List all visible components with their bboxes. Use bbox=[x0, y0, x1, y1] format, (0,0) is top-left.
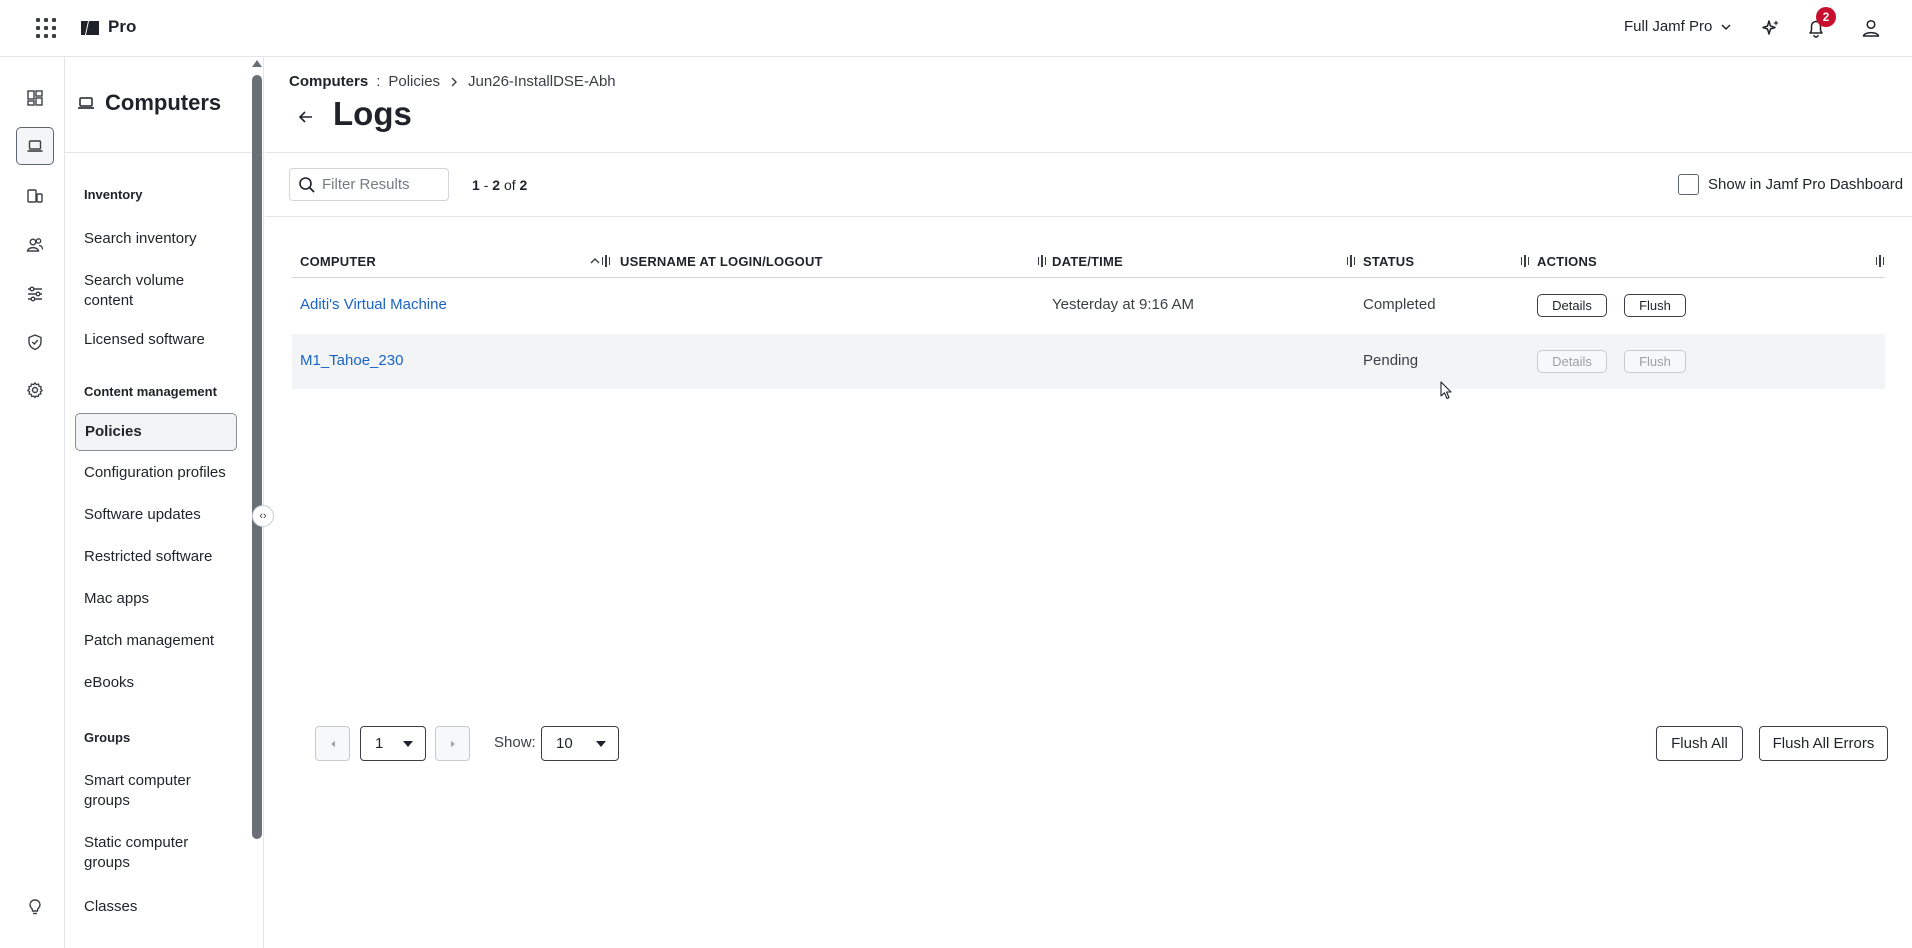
environment-selector[interactable]: Full Jamf Pro bbox=[1624, 18, 1732, 35]
mouse-cursor-icon bbox=[1440, 381, 1452, 400]
sidebar-item-licensed-software[interactable]: Licensed software bbox=[75, 322, 237, 358]
next-page-button[interactable] bbox=[435, 726, 470, 761]
breadcrumb-policy-name[interactable]: Jun26-InstallDSE-Abh bbox=[468, 73, 616, 90]
page-size-value: 10 bbox=[556, 735, 573, 752]
breadcrumb: Computers : Policies Jun26-InstallDSE-Ab… bbox=[289, 73, 616, 90]
shield-icon[interactable] bbox=[16, 323, 54, 361]
page-size-select[interactable]: 10 bbox=[541, 726, 619, 761]
chevron-down-icon bbox=[1721, 23, 1731, 30]
sidebar-item-smart-computer-groups[interactable]: Smart computer groups bbox=[75, 763, 237, 819]
sidebar-item-search-volume-content[interactable]: Search volume content bbox=[75, 263, 237, 319]
sidebar-item-software-updates[interactable]: Software updates bbox=[75, 497, 237, 533]
page-select[interactable]: 1 bbox=[360, 726, 426, 761]
jamf-logo-icon bbox=[81, 21, 99, 35]
column-resize-handle[interactable] bbox=[1038, 255, 1046, 267]
notification-badge: 2 bbox=[1816, 7, 1836, 27]
caret-left-icon bbox=[330, 740, 335, 747]
user-icon[interactable] bbox=[1860, 17, 1882, 39]
breadcrumb-separator: : bbox=[376, 73, 381, 90]
sidebar-item-policies[interactable]: Policies bbox=[75, 413, 237, 451]
column-resize-handle[interactable] bbox=[1521, 255, 1529, 267]
sidebar-header: Computers bbox=[65, 57, 263, 153]
sidebar-scrollbar[interactable] bbox=[252, 75, 262, 839]
icon-rail bbox=[0, 57, 65, 948]
column-resize-handle[interactable] bbox=[1347, 255, 1355, 267]
back-arrow-icon[interactable] bbox=[294, 105, 318, 129]
filter-input[interactable] bbox=[322, 176, 442, 193]
toolbar-divider bbox=[265, 216, 1912, 217]
datetime-cell: Yesterday at 9:16 AM bbox=[1052, 296, 1195, 313]
sidebar-item-classes[interactable]: Classes bbox=[75, 889, 237, 925]
flush-button[interactable]: Flush bbox=[1624, 294, 1686, 317]
sort-ascending-icon[interactable] bbox=[589, 256, 601, 266]
sidebar-section-inventory: Inventory bbox=[84, 187, 143, 202]
sidebar-item-mac-apps[interactable]: Mac apps bbox=[75, 581, 237, 617]
sidebar-section-groups: Groups bbox=[84, 730, 131, 745]
details-button[interactable]: Details bbox=[1537, 294, 1607, 317]
sidebar-item-restricted-software[interactable]: Restricted software bbox=[75, 539, 237, 575]
lightbulb-icon[interactable] bbox=[16, 888, 54, 926]
checkbox[interactable] bbox=[1678, 174, 1699, 195]
table-row: Aditi's Virtual Machine Yesterday at 9:1… bbox=[292, 278, 1885, 333]
caret-down-icon bbox=[403, 741, 413, 747]
chevron-right-icon bbox=[451, 77, 458, 86]
breadcrumb-computers[interactable]: Computers bbox=[289, 73, 368, 90]
results-count: 1 - 2 of 2 bbox=[472, 177, 528, 193]
sidebar: Computers Inventory Search inventory Sea… bbox=[65, 57, 264, 948]
sidebar-item-patch-management[interactable]: Patch management bbox=[75, 623, 237, 659]
details-button[interactable]: Details bbox=[1537, 350, 1607, 373]
page-title: Logs bbox=[333, 95, 412, 132]
devices-icon[interactable] bbox=[16, 177, 54, 215]
column-header-datetime[interactable]: DATE/TIME bbox=[1052, 254, 1123, 269]
sidebar-title: Computers bbox=[105, 89, 222, 115]
app-launcher-icon[interactable] bbox=[36, 18, 56, 38]
scroll-up-arrow-icon[interactable] bbox=[252, 60, 262, 67]
previous-page-button[interactable] bbox=[315, 726, 350, 761]
show-in-dashboard-label: Show in Jamf Pro Dashboard bbox=[1708, 176, 1904, 193]
flush-all-errors-button[interactable]: Flush All Errors bbox=[1759, 726, 1888, 761]
column-header-status[interactable]: STATUS bbox=[1363, 254, 1414, 269]
main-content: Computers : Policies Jun26-InstallDSE-Ab… bbox=[265, 57, 1912, 948]
column-resize-handle[interactable] bbox=[1876, 255, 1884, 267]
computer-icon bbox=[78, 96, 94, 109]
search-icon bbox=[299, 176, 315, 193]
computer-link[interactable]: Aditi's Virtual Machine bbox=[300, 296, 447, 313]
flush-all-button[interactable]: Flush All bbox=[1656, 726, 1743, 761]
sidebar-item-search-inventory[interactable]: Search inventory bbox=[75, 221, 237, 257]
top-bar: Pro Full Jamf Pro 2 bbox=[0, 0, 1912, 57]
status-cell: Completed bbox=[1363, 296, 1436, 313]
flush-button[interactable]: Flush bbox=[1624, 350, 1686, 373]
status-cell: Pending bbox=[1363, 352, 1419, 369]
sidebar-item-configuration-profiles[interactable]: Configuration profiles bbox=[75, 455, 237, 491]
caret-down-icon bbox=[596, 741, 606, 747]
computer-link[interactable]: M1_Tahoe_230 bbox=[300, 352, 403, 369]
environment-label: Full Jamf Pro bbox=[1624, 18, 1713, 35]
column-header-actions: ACTIONS bbox=[1537, 254, 1597, 269]
breadcrumb-policies[interactable]: Policies bbox=[388, 73, 440, 90]
computers-icon[interactable] bbox=[16, 127, 54, 165]
sidebar-section-content-management: Content management bbox=[84, 384, 217, 399]
show-label: Show: bbox=[494, 734, 536, 751]
header-divider bbox=[265, 152, 1912, 153]
settings-sliders-icon[interactable] bbox=[16, 275, 54, 313]
column-header-computer[interactable]: COMPUTER bbox=[300, 254, 376, 269]
column-resize-handle[interactable] bbox=[602, 255, 610, 267]
table-row: M1_Tahoe_230 Pending Details Flush bbox=[292, 334, 1885, 389]
caret-right-icon bbox=[450, 740, 455, 747]
filter-field[interactable] bbox=[289, 168, 449, 201]
gear-icon[interactable] bbox=[16, 371, 54, 409]
sidebar-item-ebooks[interactable]: eBooks bbox=[75, 665, 237, 701]
ai-sparkle-icon[interactable] bbox=[1760, 17, 1782, 39]
sidebar-item-static-computer-groups[interactable]: Static computer groups bbox=[75, 825, 237, 881]
show-in-dashboard-checkbox[interactable]: Show in Jamf Pro Dashboard bbox=[1678, 174, 1903, 195]
column-header-username[interactable]: USERNAME AT LOGIN/LOGOUT bbox=[620, 254, 823, 269]
users-icon[interactable] bbox=[16, 226, 54, 264]
page-number: 1 bbox=[375, 735, 384, 752]
product-name: Pro bbox=[108, 17, 137, 36]
dashboard-icon[interactable] bbox=[16, 79, 54, 117]
